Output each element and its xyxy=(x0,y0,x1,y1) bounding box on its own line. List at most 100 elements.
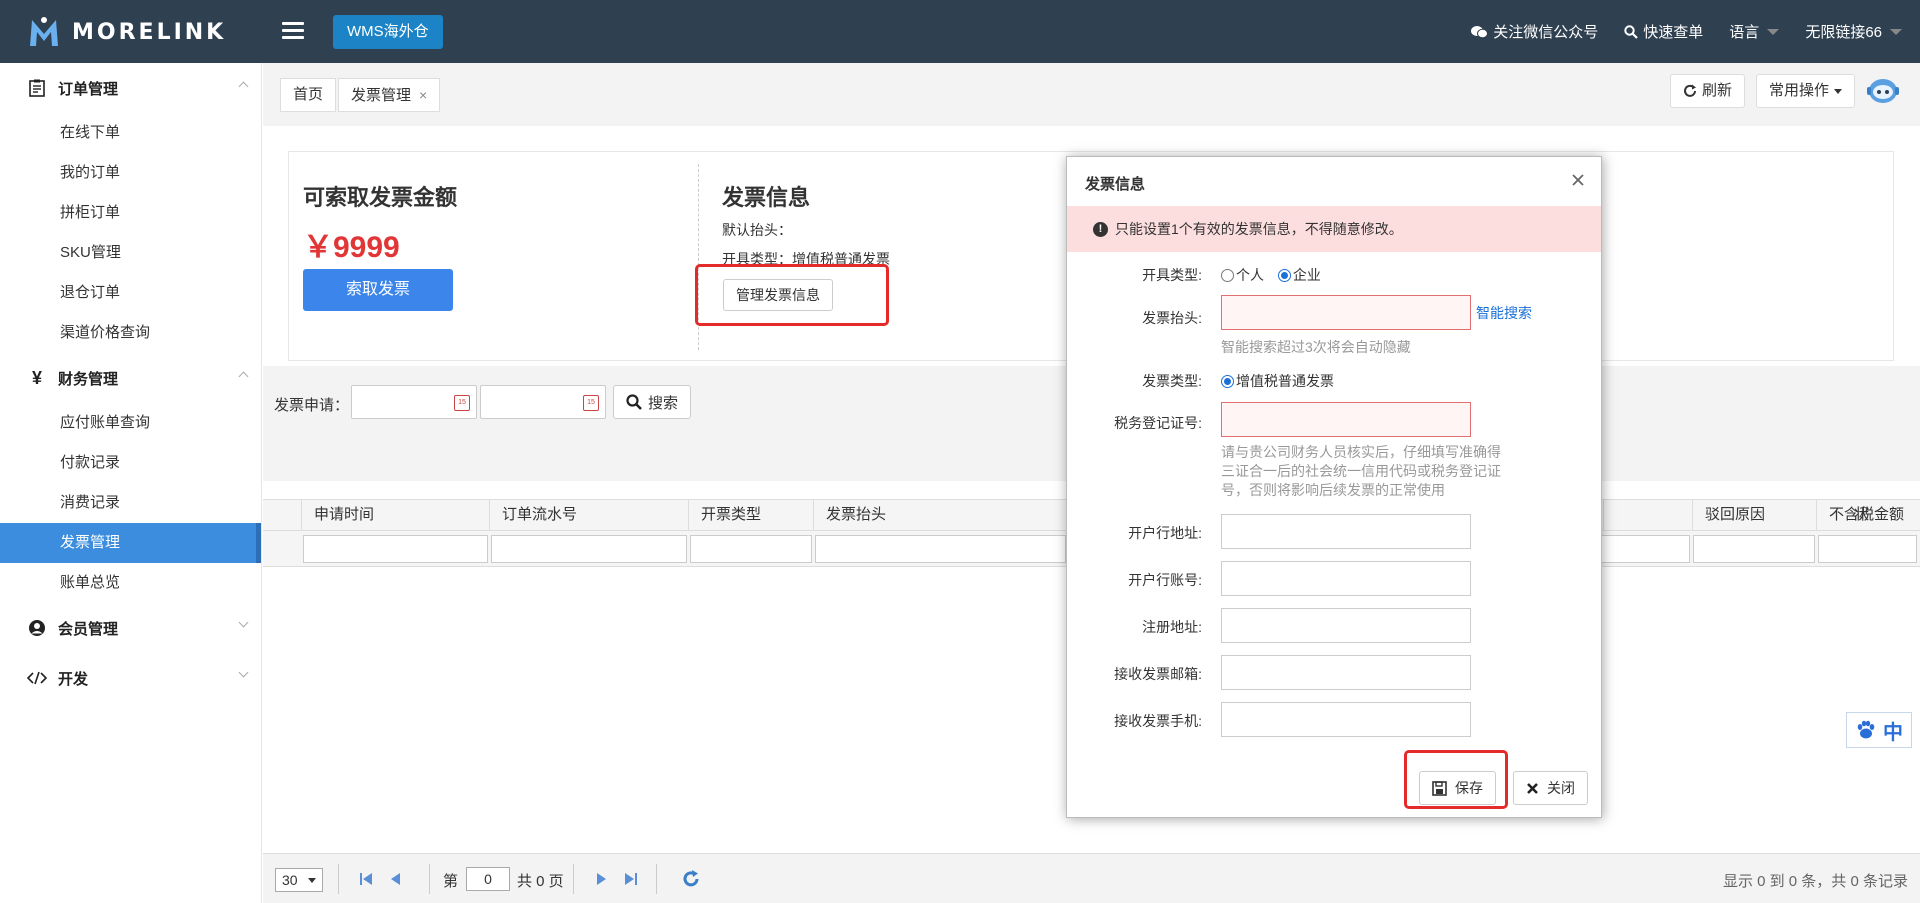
sidebar-group-finance[interactable]: ¥ 财务管理 xyxy=(0,353,261,403)
filter-input[interactable] xyxy=(303,535,488,563)
wechat-link[interactable]: 关注微信公众号 xyxy=(1471,21,1598,42)
filter-input[interactable] xyxy=(815,535,1066,563)
header-label: 发票抬头: xyxy=(1142,310,1202,326)
sidebar-item-bill-overview[interactable]: 账单总览 xyxy=(0,563,261,603)
chevron-down-icon xyxy=(308,878,316,883)
reg-address-input[interactable] xyxy=(1221,608,1471,643)
radio-vat-normal[interactable]: 增值税普通发票 xyxy=(1221,371,1334,391)
sidebar-item-my-orders[interactable]: 我的订单 xyxy=(0,153,261,193)
column-header[interactable]: 发票抬头 xyxy=(813,500,1067,531)
chevron-down-icon xyxy=(1890,28,1902,35)
sidebar-item-container-orders[interactable]: 拼柜订单 xyxy=(0,193,261,233)
page-size-value: 30 xyxy=(282,872,298,888)
close-button[interactable]: 关闭 xyxy=(1513,771,1588,805)
refresh-icon xyxy=(1684,84,1696,97)
top-right-nav: 关注微信公众号 快速查单 语言 无限链接66 xyxy=(1445,0,1902,63)
radio-enterprise[interactable]: 企业 xyxy=(1277,267,1321,283)
radio-label: 增值税普通发票 xyxy=(1236,373,1334,389)
sidebar: 订单管理 在线下单 我的订单 拼柜订单 SKU管理 退仓订单 渠道价格查询 ¥ … xyxy=(0,63,262,903)
sidebar-item-sku[interactable]: SKU管理 xyxy=(0,233,261,273)
radio-checked-icon xyxy=(1277,269,1291,282)
column-header[interactable]: 开票类型 xyxy=(688,500,813,531)
column-header[interactable]: 驳回原因 xyxy=(1692,500,1816,531)
sidebar-group-members[interactable]: 会员管理 xyxy=(0,603,261,653)
refresh-button[interactable]: 刷新 xyxy=(1670,74,1746,108)
date-to-input[interactable]: 15 xyxy=(480,385,606,419)
phone-input[interactable] xyxy=(1221,702,1471,737)
invoice-type-label: 发票类型: xyxy=(1142,373,1202,389)
refresh-label: 刷新 xyxy=(1702,82,1733,99)
page-prefix: 第 xyxy=(443,873,459,890)
filter-input[interactable] xyxy=(491,535,687,563)
sidebar-item-invoice-management[interactable]: 发票管理 xyxy=(0,523,261,563)
sidebar-group-orders[interactable]: 订单管理 xyxy=(0,63,261,113)
sidebar-group-label: 财务管理 xyxy=(58,370,119,388)
sidebar-group-label: 会员管理 xyxy=(58,620,119,638)
email-input[interactable] xyxy=(1221,655,1471,690)
next-page-icon[interactable] xyxy=(595,871,609,887)
sidebar-group-dev[interactable]: 开发 xyxy=(0,653,261,703)
language-dropdown[interactable]: 语言 xyxy=(1729,21,1780,42)
chevron-up-icon xyxy=(238,371,249,382)
chevron-down-icon xyxy=(238,667,249,678)
dialog-title: 发票信息 xyxy=(1085,176,1146,193)
tax-id-label: 税务登记证号: xyxy=(1114,415,1202,431)
calendar-icon[interactable]: 15 xyxy=(583,395,599,411)
column-header[interactable]: 申请时间 xyxy=(301,500,489,531)
filter-input[interactable] xyxy=(1818,535,1917,563)
sidebar-item-payment-records[interactable]: 付款记录 xyxy=(0,443,261,483)
calendar-icon[interactable]: 15 xyxy=(454,395,470,411)
sidebar-item-channel-price[interactable]: 渠道价格查询 xyxy=(0,313,261,353)
prev-page-icon[interactable] xyxy=(388,871,402,887)
sidebar-item-online-order[interactable]: 在线下单 xyxy=(0,113,261,153)
radio-label: 企业 xyxy=(1292,267,1321,283)
bank-address-input[interactable] xyxy=(1221,514,1471,549)
tax-id-input[interactable] xyxy=(1221,402,1471,437)
invoice-header-input[interactable] xyxy=(1221,295,1471,330)
tab-invoice-management[interactable]: 发票管理 × xyxy=(338,78,441,112)
tab-home[interactable]: 首页 xyxy=(280,78,337,112)
exclamation-icon: ! xyxy=(1093,221,1108,237)
search-button[interactable]: 搜索 xyxy=(613,385,692,419)
help-line: 号，否则将影响后续发票的正常使用 xyxy=(1221,482,1445,498)
claim-invoice-button[interactable]: 索取发票 xyxy=(303,269,453,311)
yen-icon: ¥ xyxy=(31,367,42,388)
smart-search-link[interactable]: 智能搜索 xyxy=(1476,303,1532,323)
radio-personal[interactable]: 个人 xyxy=(1221,267,1264,283)
help-line: 三证合一后的社会统一信用代码或税务登记证 xyxy=(1221,463,1501,479)
issue-type-label: 开具类型: xyxy=(1142,267,1202,283)
sidebar-item-payable-bills[interactable]: 应付账单查询 xyxy=(0,403,261,443)
wms-overseas-button[interactable]: WMS海外仓 xyxy=(333,15,443,49)
quick-query-link[interactable]: 快速查单 xyxy=(1624,21,1703,42)
sidebar-item-consumption-records[interactable]: 消费记录 xyxy=(0,483,261,523)
column-header[interactable]: 订单流水号 xyxy=(489,500,688,531)
sidebar-item-return-orders[interactable]: 退仓订单 xyxy=(0,273,261,313)
code-icon xyxy=(26,667,48,689)
last-page-icon[interactable] xyxy=(623,871,639,887)
close-icon[interactable] xyxy=(1567,169,1589,191)
filter-input[interactable] xyxy=(690,535,812,563)
help-line: 请与贵公司财务人员核实后，仔细填写准确得 xyxy=(1221,444,1501,460)
page-number-input[interactable]: 0 xyxy=(466,867,510,891)
column-header[interactable]: 不含税金额 xyxy=(1816,500,1920,531)
ime-label: 中 xyxy=(1883,721,1903,744)
logo[interactable]: MORELINK xyxy=(26,14,226,50)
issue-type-radios: 个人 企业 xyxy=(1221,265,1321,285)
robot-assistant-icon[interactable] xyxy=(1867,75,1899,105)
reload-icon[interactable] xyxy=(681,869,701,889)
common-ops-dropdown[interactable]: 常用操作 xyxy=(1756,74,1856,108)
user-name: 无限链接66 xyxy=(1805,24,1882,41)
ime-toolbar[interactable]: 中 xyxy=(1846,712,1912,748)
menu-toggle-icon[interactable] xyxy=(282,22,304,40)
user-dropdown[interactable]: 无限链接66 xyxy=(1805,21,1902,42)
first-page-icon[interactable] xyxy=(358,871,374,887)
close-icon[interactable]: × xyxy=(419,87,427,103)
date-from-input[interactable]: 15 xyxy=(351,385,477,419)
filter-input[interactable] xyxy=(1593,535,1690,563)
page-size-select[interactable]: 30 xyxy=(275,868,323,892)
user-circle-icon xyxy=(26,617,48,639)
bank-account-input[interactable] xyxy=(1221,561,1471,596)
smart-search-help: 智能搜索超过3次将会自动隐藏 xyxy=(1221,339,1411,355)
records-summary: 显示 0 到 0 条，共 0 条记录 xyxy=(1722,873,1908,890)
filter-input[interactable] xyxy=(1693,535,1815,563)
